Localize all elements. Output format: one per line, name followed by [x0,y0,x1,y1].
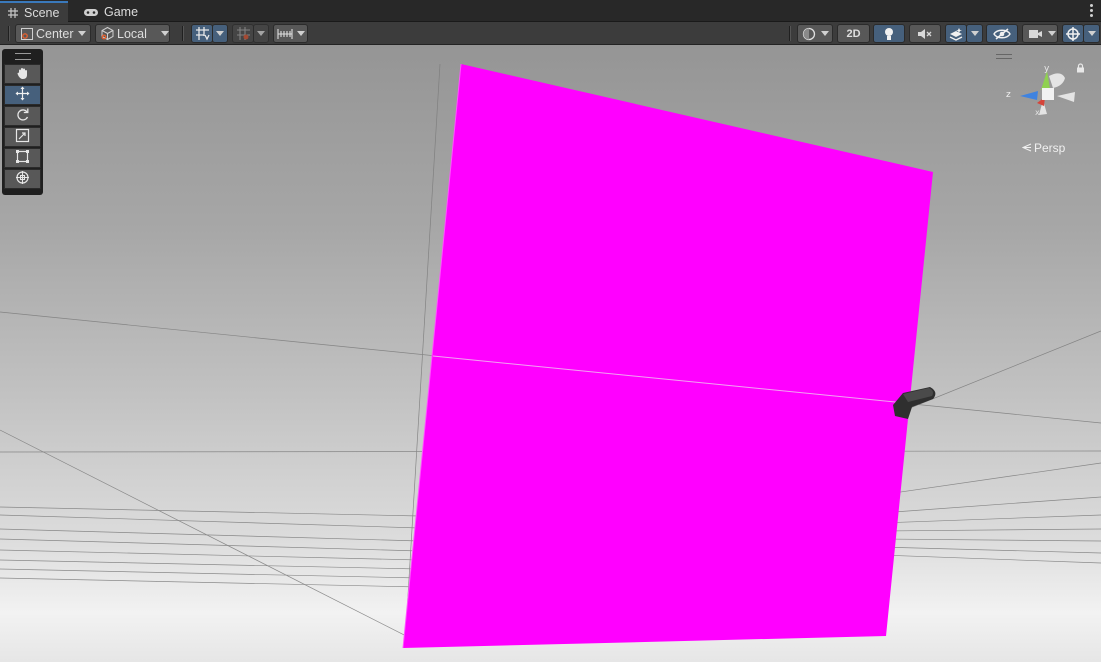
hand-tool[interactable] [4,64,41,84]
effects-layers-icon [948,27,964,41]
more-options-icon[interactable] [1085,3,1097,19]
camera-icon [1028,28,1043,40]
axis-z-label: z [1006,90,1011,100]
increment-snap-icon [236,26,251,41]
tab-game[interactable]: Game [76,1,147,22]
pivot-rotation-dropdown[interactable]: Local [95,24,170,43]
scene-toolbar: Center Local 2D [0,22,1101,45]
draw-mode-dropdown[interactable] [797,24,833,43]
lighting-toggle[interactable] [873,24,905,43]
rect-icon [15,149,30,167]
rotate-tool[interactable] [4,106,41,126]
audio-toggle[interactable] [909,24,941,43]
chevron-down-icon [821,31,829,36]
grid-snap-toggle[interactable] [191,24,213,43]
tool-palette [2,49,43,195]
rect-tool[interactable] [4,148,41,168]
tab-game-label: Game [104,4,139,19]
chevron-down-icon [160,31,169,36]
hand-icon [16,66,30,83]
drag-handle-icon[interactable] [14,53,31,60]
transform-tool[interactable] [4,169,41,189]
2d-toggle[interactable]: 2D [837,24,870,43]
snap-settings-dropdown[interactable] [273,24,308,43]
axis-y-label: y [1044,64,1050,74]
tab-scene[interactable]: Scene [0,1,69,22]
pivot-mode-label: Center [36,26,74,41]
rotate-icon [15,107,30,125]
toolbar-divider [8,26,10,41]
chevron-down-icon [1048,31,1056,36]
eye-hidden-icon [993,27,1011,41]
tab-scene-label: Scene [24,5,60,20]
chevron-down-icon [1087,31,1096,36]
chevron-down-icon [257,31,265,36]
scene-canvas [0,63,1101,649]
chevron-down-icon [297,31,305,36]
chevron-down-icon [77,31,86,36]
gizmos-toggle[interactable] [1062,24,1084,43]
move-tool[interactable] [4,85,41,105]
grid-icon [7,7,19,19]
2d-toggle-label: 2D [846,27,861,40]
projection-label: Persp [1034,141,1066,155]
gizmos-dropdown[interactable] [1083,24,1100,43]
scale-tool[interactable] [4,127,41,147]
perspective-icon [1021,141,1032,155]
grid-snap-icon [195,26,210,41]
transform-icon [15,170,30,188]
pivot-mode-dropdown[interactable]: Center [15,24,91,43]
speaker-muted-icon [917,27,933,41]
increment-snap-toggle[interactable] [232,24,254,43]
gamepad-icon [83,6,99,18]
ruler-icon [277,27,293,41]
pivot-rotation-label: Local [117,26,147,41]
snap-options-dropdown[interactable] [253,24,269,43]
scale-icon [15,128,30,146]
toolbar-divider [789,26,791,41]
move-icon [15,86,30,104]
cube-icon [100,26,115,41]
chevron-down-icon [970,31,979,36]
magenta-plane[interactable] [403,64,933,648]
gizmo-icon [1065,26,1081,42]
effects-dropdown[interactable] [966,24,983,43]
scene-viewport[interactable]: y z x Persp [0,45,1101,662]
shading-sphere-icon [802,27,816,41]
grid-options-dropdown[interactable] [212,24,228,43]
projection-toggle[interactable]: Persp [1021,141,1066,155]
pivot-icon [20,27,34,41]
chevron-down-icon [216,31,224,36]
lightbulb-icon [883,27,895,41]
gizmo-drag-handle[interactable] [996,54,1012,59]
effects-toggle[interactable] [945,24,967,43]
editor-tab-bar: Scene Game [0,0,1101,22]
toolbar-divider [182,26,184,41]
orientation-gizmo[interactable]: y z x [1003,60,1079,133]
camera-dropdown[interactable] [1022,24,1058,43]
scene-visibility-toggle[interactable] [986,24,1018,43]
axis-x-label: x [1035,108,1040,117]
